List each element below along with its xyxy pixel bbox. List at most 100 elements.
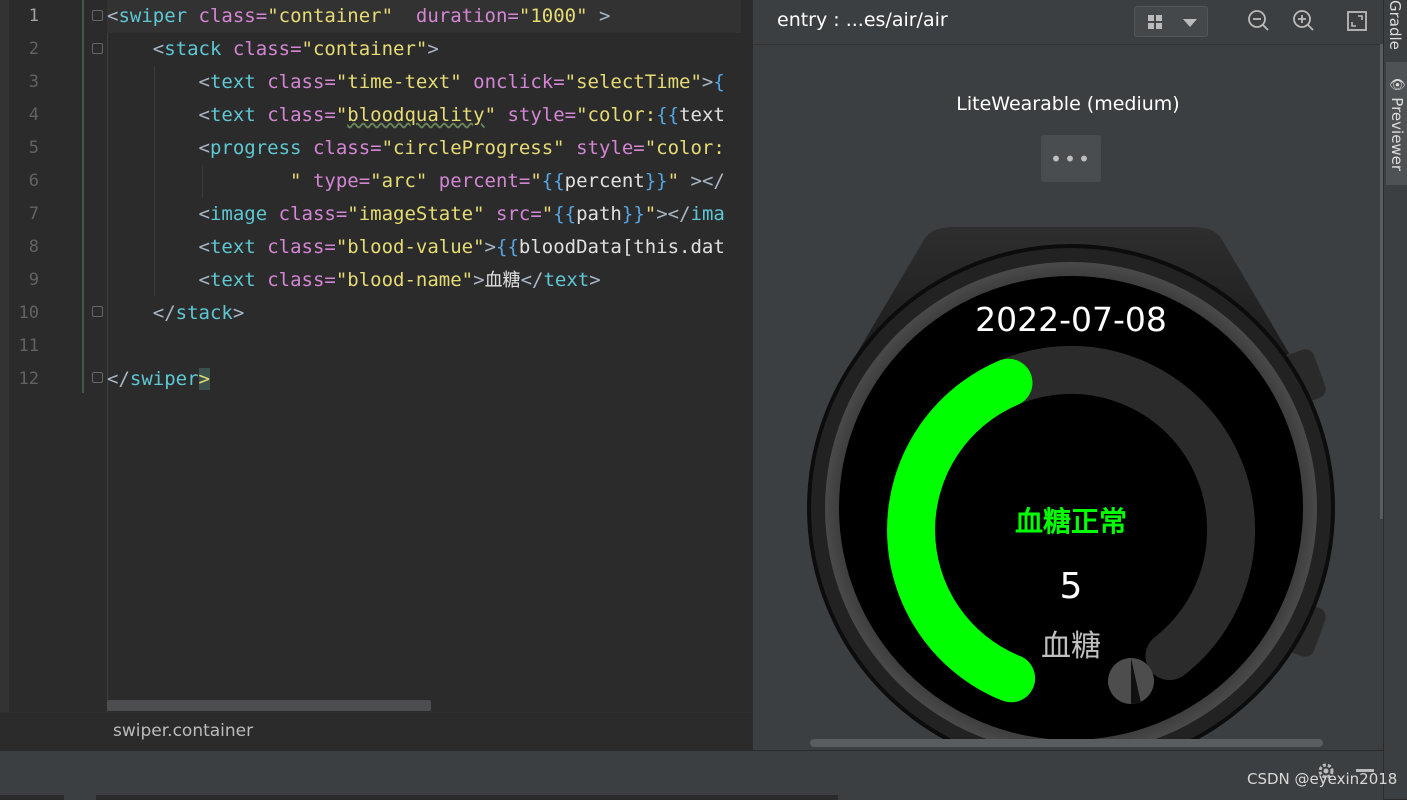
code-line-8[interactable]: <text class="blood-value">{{bloodData[th… (107, 231, 725, 264)
token: path (576, 203, 622, 225)
line-number: 7 (28, 204, 39, 224)
inspection-widget[interactable]: ✔ 1 ⌃ ⌄ (741, 0, 751, 33)
token: "color: (644, 137, 725, 159)
editor-left-strip (0, 0, 9, 750)
code-line-3[interactable]: <text class="time-text" onclick="selectT… (107, 66, 725, 99)
token: "container" (267, 5, 394, 27)
breadcrumb-bar: swiper.container (0, 712, 751, 750)
token: > (701, 71, 714, 93)
token: > (427, 38, 439, 60)
code-area[interactable]: <swiper class="container" duration="1000… (107, 0, 751, 712)
token: < (198, 269, 210, 291)
horizontal-scrollbar[interactable] (107, 700, 431, 711)
watch-preview[interactable]: 2022-07-08 血糖正常 5 血糖 (753, 200, 1383, 739)
code-line-2[interactable]: <stack class="container"> (107, 33, 439, 66)
code-line-6[interactable]: " type="arc" percent="{{percent}}" ></ (107, 165, 725, 198)
code-line-4[interactable]: <text class="bloodquality" style="color:… (107, 99, 725, 132)
token: "circleProgress" (381, 137, 565, 159)
token: class= (267, 269, 336, 291)
token: onclick= (473, 71, 565, 93)
token: "arc" (370, 170, 428, 192)
code-line-1[interactable]: <swiper class="container" duration="1000… (107, 0, 751, 33)
zoom-out-icon[interactable] (1247, 9, 1271, 33)
code-line-12[interactable]: </swiper> (107, 363, 210, 396)
fold-toggle-icon[interactable] (92, 306, 103, 317)
token: text (679, 104, 725, 126)
token: < (198, 137, 210, 159)
token: duration= (415, 5, 519, 27)
token: < (198, 71, 210, 93)
grid-icon (1148, 15, 1197, 29)
code-editor[interactable]: 1 2 3 4 5 6 7 8 9 10 11 12 <swiper class… (0, 0, 751, 750)
token: > (589, 269, 601, 291)
token: class= (232, 38, 302, 60)
bottom-strip (0, 795, 64, 800)
previewer-horizontal-scrollbar[interactable] (810, 739, 1323, 747)
blood-status: 血糖正常 (1015, 505, 1127, 538)
device-name: LiteWearable (medium) (956, 93, 1180, 115)
fold-toggle-icon[interactable] (92, 10, 103, 21)
fold-toggle-icon[interactable] (92, 43, 103, 54)
fit-screen-icon[interactable] (1345, 9, 1369, 33)
token: text (209, 104, 256, 126)
fold-toggle-icon[interactable] (92, 372, 103, 383)
token: text (209, 269, 256, 291)
token: class= (312, 137, 382, 159)
token: bloodData[this.dat (518, 236, 725, 258)
code-line-9[interactable]: <text class="blood-name">血糖</text> (107, 264, 601, 297)
token: swiper (118, 5, 188, 27)
token: type= (312, 170, 371, 192)
token: style= (576, 137, 645, 159)
token: > (232, 302, 245, 324)
line-number: 3 (28, 72, 39, 92)
more-options-button[interactable]: ••• (1041, 135, 1101, 182)
token: {{ (553, 203, 577, 225)
code-line-5[interactable]: <progress class="circleProgress" style="… (107, 132, 725, 165)
token: class= (278, 203, 348, 225)
token: {{ (541, 170, 565, 192)
device-layout-dropdown[interactable] (1134, 6, 1208, 37)
line-number: 9 (28, 270, 39, 290)
line-number: 12 (18, 369, 39, 389)
token: ima (690, 203, 725, 225)
token: image (209, 203, 268, 225)
watch-date[interactable]: 2022-07-08 (975, 300, 1167, 339)
watermark: CSDN @eyexin2018 (1247, 770, 1398, 788)
line-number: 4 (28, 105, 39, 125)
breadcrumb[interactable]: swiper.container (113, 721, 253, 741)
gradle-tab[interactable]: Gradle (1386, 0, 1404, 50)
token: "color: (576, 104, 657, 126)
zoom-in-icon[interactable] (1292, 9, 1316, 33)
token: "blood-value" (335, 236, 485, 258)
token: "1000" (518, 5, 588, 27)
token: class= (198, 5, 268, 27)
line-number-gutter: 1 2 3 4 5 6 7 8 9 10 11 12 (9, 0, 108, 713)
token: " (530, 170, 542, 192)
token: text (543, 269, 590, 291)
token: text (209, 236, 256, 258)
blood-value: 5 (1060, 566, 1083, 607)
line-number: 11 (18, 336, 39, 356)
token: < (198, 236, 210, 258)
image-state-icon (1108, 658, 1154, 704)
previewer-tab[interactable]: 👁 Previewer (1386, 62, 1407, 186)
bottom-strip (96, 795, 838, 800)
token: < (107, 5, 119, 27)
token: " (644, 203, 657, 225)
token: "imageState" (347, 203, 485, 225)
token: " (541, 203, 554, 225)
previewer-tab-label: Previewer (1388, 97, 1406, 172)
eye-icon: 👁 (1390, 76, 1405, 93)
token: swiper (129, 368, 199, 390)
previewer-panel: entry : ...es/air/air LiteWearable (medi… (752, 0, 1383, 750)
code-line-7[interactable]: <image class="imageState" src="{{path}}"… (107, 198, 725, 231)
line-number: 8 (28, 237, 39, 257)
token: ></ (656, 203, 691, 225)
token: class= (267, 104, 336, 126)
right-tool-strip: Gradle 👁 Previewer (1383, 0, 1407, 799)
token: progress (209, 137, 302, 159)
line-number: 2 (28, 39, 39, 59)
code-line-10[interactable]: </stack> (107, 297, 245, 330)
token: "container" (301, 38, 428, 60)
token: ></ (679, 170, 725, 192)
